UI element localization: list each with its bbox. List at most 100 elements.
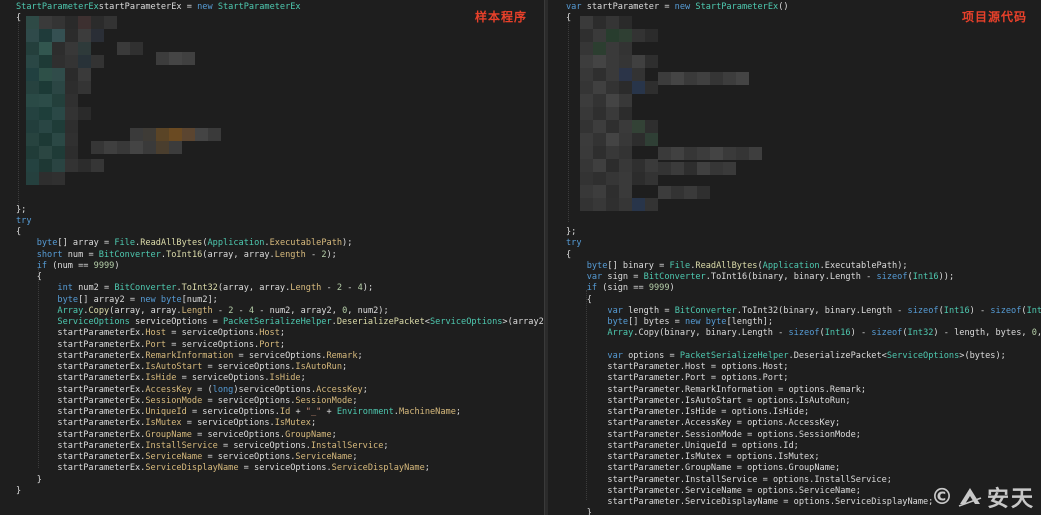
code-token: [length]; (726, 317, 774, 327)
code-token: ; (424, 463, 430, 474)
code-token: startParameterEx. (16, 350, 146, 361)
code-token: sizeof (990, 305, 1022, 316)
code-line: StartParameterExstartParameterEx = new S… (16, 2, 544, 13)
code-line: startParameterEx.AccessKey = (long)servi… (16, 385, 544, 396)
code-token: startParameterEx. (16, 407, 146, 417)
code-line: startParameter.RemarkInformation = optio… (566, 385, 1041, 396)
code-token: StartParameterEx (217, 2, 301, 12)
code-line: if (sign == 9999) (566, 283, 1041, 294)
code-line: startParameterEx.GroupName = serviceOpti… (16, 430, 544, 441)
code-line: var options = PacketSerializeHelper.Dese… (566, 351, 1041, 362)
code-token: = serviceOptions. (217, 440, 311, 451)
code-token: InstallService (145, 440, 218, 451)
code-token: >(bytes); (959, 350, 1006, 361)
code-token: Array (57, 305, 84, 316)
code-token: try (16, 215, 32, 226)
code-token: = serviceOptions. (202, 362, 296, 372)
code-token: = serviceOptions. (191, 429, 286, 440)
code-token: byte (36, 238, 58, 249)
source-code-block: var startParameter = new StartParameterE… (566, 2, 1041, 515)
code-token: File (114, 238, 136, 249)
code-token: startParameterEx. (16, 339, 146, 350)
code-token: if (36, 260, 48, 271)
code-token: RemarkInformation (145, 350, 234, 361)
sample-program-label: 样本程序 (475, 10, 528, 24)
code-token: new (197, 2, 213, 12)
code-token: InstallService (310, 440, 384, 451)
code-token: startParameter.Port = options.Port; (566, 373, 789, 384)
code-line: startParameter.SessionMode = options.Ses… (566, 430, 1041, 441)
code-token: BitConverter (674, 305, 737, 316)
code-line: { (16, 272, 544, 283)
code-token: } (16, 485, 22, 496)
code-line: startParameterEx.Port = serviceOptions.P… (16, 340, 544, 351)
code-line: startParameter.UniqueId = options.Id; (566, 441, 1041, 452)
code-token: { (16, 227, 22, 237)
code-line: var length = BitConverter.ToInt32(binary… (566, 306, 1041, 317)
code-line: startParameterEx.UniqueId = serviceOptio… (16, 407, 544, 418)
code-token: GroupName (285, 429, 332, 440)
code-token: ; (342, 362, 348, 372)
code-token: ; (352, 452, 358, 462)
code-token: .Copy(binary, binary.Length - (633, 328, 789, 339)
code-token: ) (669, 283, 675, 294)
code-token: startParameter.IsMutex = options.IsMutex… (566, 452, 820, 462)
code-token: }; (566, 227, 577, 237)
code-token: byte (160, 294, 182, 305)
code-token: - (321, 283, 337, 294)
code-line: startParameterEx.SessionMode = serviceOp… (16, 396, 544, 407)
code-line: startParameterEx.IsAutoStart = serviceOp… (16, 362, 544, 373)
code-token: ServiceName (145, 452, 203, 462)
code-token: ServiceDisplayName (145, 463, 239, 474)
code-token: startParameterEx. (16, 373, 146, 384)
code-token: ToInt32 (181, 283, 218, 294)
code-token: startParameterEx. (16, 452, 146, 462)
code-token: startParameter.Host = options.Host; (566, 362, 789, 372)
code-token: Int32 (1026, 305, 1041, 316)
code-token: startParameterEx. (16, 384, 146, 395)
code-token: } (566, 508, 592, 515)
code-token: var (607, 305, 623, 316)
code-line: startParameterEx.ServiceName = serviceOp… (16, 452, 544, 463)
code-token: Int16 (824, 328, 851, 339)
code-token: ServiceOptions (57, 317, 130, 327)
code-token: .ExecutablePath); (819, 260, 908, 271)
code-token: 9999 (93, 260, 115, 271)
code-token: = serviceOptions. (181, 418, 275, 429)
code-line: byte[] bytes = new byte[length]; (566, 317, 1041, 328)
code-token: = serviceOptions. (176, 373, 270, 384)
code-token: MachineName (398, 407, 456, 417)
code-token: sign = (602, 272, 644, 282)
code-line: Array.Copy(binary, binary.Length - sizeo… (566, 328, 1041, 339)
code-token: - (212, 305, 229, 316)
code-token: StartParameterEx (16, 2, 99, 12)
code-token: Application (207, 238, 265, 249)
code-token: ; (310, 418, 317, 429)
code-line: { (16, 227, 544, 238)
code-token: ; (362, 384, 368, 395)
code-token: ) (114, 260, 120, 271)
code-token: sizeof (876, 272, 908, 282)
code-token: int (57, 283, 73, 294)
copyright-symbol: © (930, 484, 953, 510)
code-token: () (778, 2, 789, 12)
code-token: sizeof (871, 328, 903, 339)
code-token: sizeof (907, 305, 939, 316)
